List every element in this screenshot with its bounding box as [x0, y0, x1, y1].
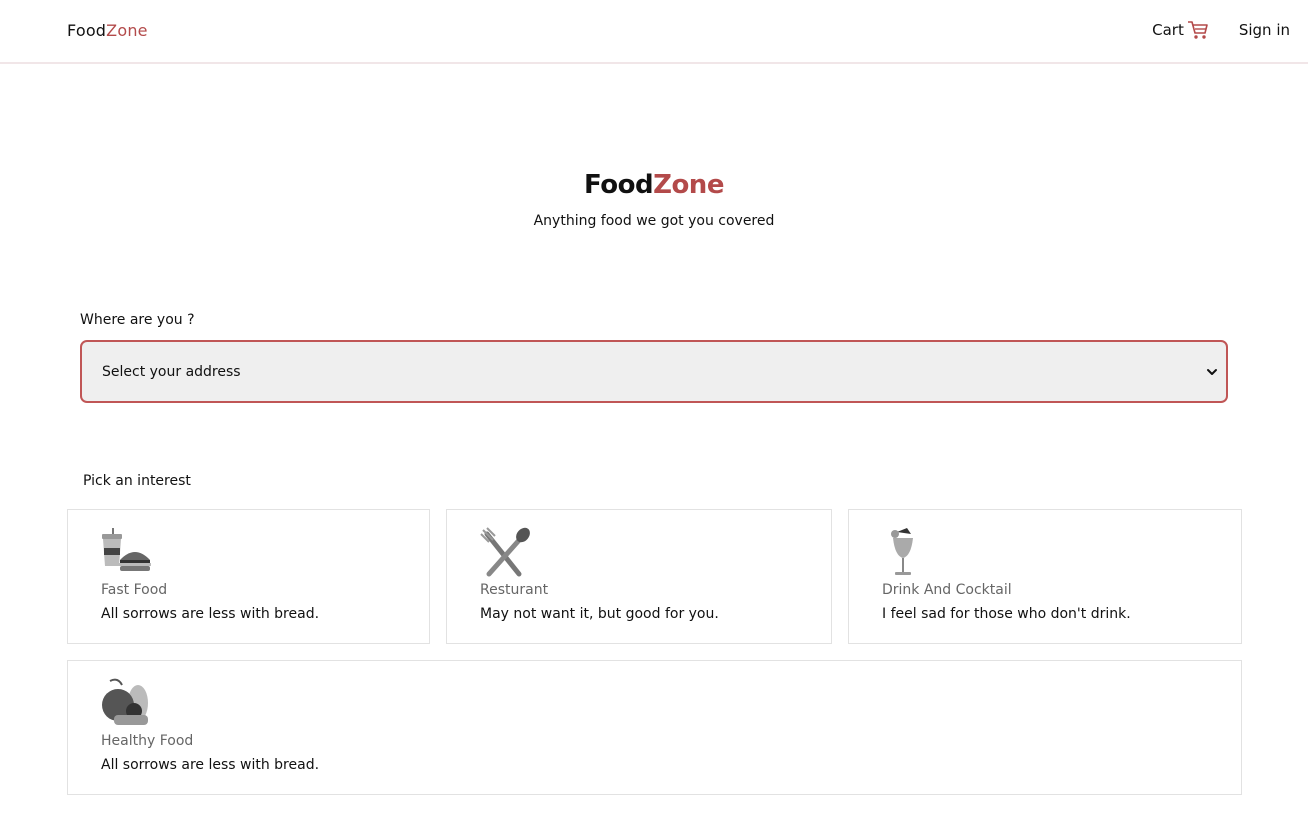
interest-label: Pick an interest — [83, 473, 191, 489]
interest-category: Drink And Cocktail — [882, 582, 1012, 598]
navbar: FoodZone Cart Sign in — [0, 0, 1308, 64]
nav-actions: Cart Sign in — [1152, 20, 1290, 40]
interest-card-drink-cocktail[interactable]: Drink And Cocktail I feel sad for those … — [848, 509, 1242, 644]
chevron-down-icon — [1207, 369, 1217, 375]
address-select-value: Select your address — [102, 364, 241, 380]
interest-card-fast-food[interactable]: Fast Food All sorrows are less with brea… — [67, 509, 430, 644]
address-label: Where are you ? — [80, 312, 195, 328]
interest-quote: I feel sad for those who don't drink. — [882, 606, 1131, 622]
interest-quote: All sorrows are less with bread. — [101, 757, 320, 773]
cart-label: Cart — [1152, 21, 1184, 39]
healthy-food-icon — [102, 678, 148, 725]
signin-link[interactable]: Sign in — [1239, 21, 1290, 39]
brand-logo[interactable]: FoodZone — [67, 21, 148, 40]
hero-subtitle: Anything food we got you covered — [533, 213, 775, 229]
interest-category: Resturant — [480, 582, 549, 598]
hero-title-food: Food — [584, 170, 654, 200]
interest-quote: All sorrows are less with bread. — [101, 606, 320, 622]
cocktail-icon — [891, 528, 913, 575]
shopping-cart-icon — [1187, 21, 1208, 39]
interest-category: Healthy Food — [101, 733, 194, 749]
cart-link[interactable]: Cart — [1152, 20, 1209, 40]
interest-card-resturant[interactable]: Resturant May not want it, but good for … — [446, 509, 832, 644]
interest-quote: May not want it, but good for you. — [480, 606, 719, 622]
fork-spoon-icon — [480, 527, 530, 577]
hero-title-zone: Zone — [653, 170, 724, 200]
interest-category: Fast Food — [101, 582, 168, 598]
brand-food: Food — [67, 21, 107, 40]
interest-card-healthy-food[interactable]: Healthy Food All sorrows are less with b… — [67, 660, 1242, 795]
fast-food-icon — [102, 528, 151, 571]
brand-zone: Zone — [106, 21, 148, 40]
hero-title: FoodZone — [0, 170, 1308, 200]
address-select[interactable]: Select your address — [80, 340, 1228, 403]
